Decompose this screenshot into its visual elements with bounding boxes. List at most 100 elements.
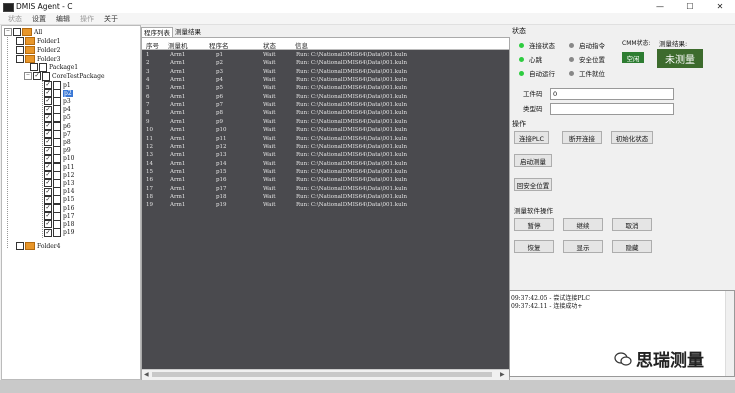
cancel-button[interactable]: 取消 xyxy=(612,218,652,231)
grid-horizontal-scrollbar[interactable]: ◀ ▶ xyxy=(142,369,509,380)
checked-checkbox-icon[interactable]: ✓ xyxy=(44,204,52,212)
table-row[interactable]: 3 Arm1 p3 Wait Run: C:\NationalDMIS64\Data\0… xyxy=(142,68,509,76)
table-row[interactable]: 16 Arm1 p16 Wait Run: C:\NationalDMIS64\Data… xyxy=(142,176,509,184)
checked-checkbox-icon[interactable]: ✓ xyxy=(33,72,41,80)
checked-checkbox-icon[interactable]: ✓ xyxy=(44,89,52,98)
hide-button[interactable]: 隐藏 xyxy=(612,240,652,253)
table-row[interactable]: 1 Arm1 p1 Wait Run: C:\NationalDMIS64\Data\0… xyxy=(142,51,509,59)
table-row[interactable]: 8 Arm1 p8 Wait Run: C:\NationalDMIS64\Data\0… xyxy=(142,109,509,117)
scroll-left-icon[interactable]: ◀ xyxy=(144,371,149,378)
checked-checkbox-icon[interactable]: ✓ xyxy=(44,122,52,130)
disconnect-button[interactable]: 断开连接 xyxy=(562,131,602,144)
resume-button[interactable]: 恢复 xyxy=(514,240,554,253)
checked-checkbox-icon[interactable]: ✓ xyxy=(44,154,52,163)
init-state-button[interactable]: 初始化状态 xyxy=(611,131,653,144)
minimize-button[interactable]: — xyxy=(645,0,675,13)
checked-checkbox-icon[interactable]: ✓ xyxy=(44,187,52,196)
folder-icon[interactable] xyxy=(25,37,35,45)
checked-checkbox-icon[interactable]: ✓ xyxy=(44,113,52,122)
return-safe-position-button[interactable]: 回安全位置 xyxy=(514,178,552,191)
checkbox-icon[interactable] xyxy=(16,242,24,250)
workpiece-code-field[interactable]: 0 xyxy=(550,88,674,100)
table-cell: p8 xyxy=(216,110,224,117)
checked-checkbox-icon[interactable]: ✓ xyxy=(44,228,52,237)
collapse-icon[interactable]: − xyxy=(4,28,12,36)
collapse-icon[interactable]: − xyxy=(24,72,32,80)
checkbox-icon[interactable] xyxy=(30,63,38,71)
table-row[interactable]: 13 Arm1 p13 Wait Run: C:\NationalDMIS64\Data… xyxy=(142,151,509,159)
table-row[interactable]: 11 Arm1 p11 Wait Run: C:\NationalDMIS64\Data… xyxy=(142,135,509,143)
tree-node-folder2[interactable]: Folder2 xyxy=(16,46,60,54)
checked-checkbox-icon[interactable]: ✓ xyxy=(44,171,52,180)
table-row[interactable]: 12 Arm1 p12 Wait Run: C:\NationalDMIS64\Data… xyxy=(142,143,509,151)
table-row[interactable]: 19 Arm1 p19 Wait Run: C:\NationalDMIS64\Data… xyxy=(142,201,509,209)
table-row[interactable]: 10 Arm1 p10 Wait Run: C:\NationalDMIS64\Data… xyxy=(142,126,509,134)
show-button[interactable]: 显示 xyxy=(563,240,603,253)
menu-operate[interactable]: 操作 xyxy=(80,14,94,24)
checked-checkbox-icon[interactable]: ✓ xyxy=(44,220,52,229)
table-row[interactable]: 4 Arm1 p4 Wait Run: C:\NationalDMIS64\Data\0… xyxy=(142,76,509,84)
table-row[interactable]: 2 Arm1 p2 Wait Run: C:\NationalDMIS64\Data\0… xyxy=(142,59,509,67)
tree-node-package1[interactable]: Package1 xyxy=(30,62,78,72)
folder-icon[interactable] xyxy=(25,46,35,54)
col-header-status[interactable]: 状态 xyxy=(263,40,276,50)
tree-node-folder1[interactable]: Folder1 xyxy=(16,37,60,45)
checked-checkbox-icon[interactable]: ✓ xyxy=(44,138,52,147)
close-button[interactable]: ✕ xyxy=(705,0,735,13)
table-row[interactable]: 18 Arm1 p18 Wait Run: C:\NationalDMIS64\Data… xyxy=(142,193,509,201)
col-header-program[interactable]: 程序名 xyxy=(209,40,229,50)
document-icon[interactable] xyxy=(53,228,61,238)
checked-checkbox-icon[interactable]: ✓ xyxy=(44,105,52,114)
continue-button[interactable]: 继续 xyxy=(563,218,603,231)
document-icon[interactable] xyxy=(42,71,50,81)
menu-about[interactable]: 关于 xyxy=(104,14,118,24)
scroll-right-icon[interactable]: ▶ xyxy=(500,371,505,378)
tree-node-label: p18 xyxy=(63,220,75,228)
checkbox-icon[interactable] xyxy=(13,28,21,36)
grid-body[interactable]: 序号 测量机 程序名 状态 信息 1 Arm1 p1 Wait Run: C:\Nati… xyxy=(142,38,509,369)
folder-icon[interactable] xyxy=(25,55,35,63)
checked-checkbox-icon[interactable]: ✓ xyxy=(44,97,52,106)
folder-icon[interactable] xyxy=(22,28,32,36)
checked-checkbox-icon[interactable]: ✓ xyxy=(44,179,52,188)
tab-measure-results[interactable]: 测量结果 xyxy=(173,27,203,37)
checked-checkbox-icon[interactable]: ✓ xyxy=(44,81,52,89)
connect-plc-button[interactable]: 连接PLC xyxy=(514,131,549,144)
col-header-index[interactable]: 序号 xyxy=(146,40,159,50)
document-icon[interactable] xyxy=(39,62,47,72)
type-code-field[interactable] xyxy=(550,103,674,115)
checked-checkbox-icon[interactable]: ✓ xyxy=(44,130,52,139)
checked-checkbox-icon[interactable]: ✓ xyxy=(44,146,52,155)
table-row[interactable]: 15 Arm1 p15 Wait Run: C:\NationalDMIS64\Data… xyxy=(142,168,509,176)
col-header-info[interactable]: 信息 xyxy=(295,40,308,50)
checked-checkbox-icon[interactable]: ✓ xyxy=(44,195,52,204)
tree-node-folder4[interactable]: Folder4 xyxy=(16,242,60,250)
table-row[interactable]: 5 Arm1 p5 Wait Run: C:\NationalDMIS64\Data\0… xyxy=(142,84,509,92)
checked-checkbox-icon[interactable]: ✓ xyxy=(44,212,52,221)
checkbox-icon[interactable] xyxy=(16,46,24,54)
menu-settings[interactable]: 设置 xyxy=(32,14,46,24)
log-vertical-scrollbar[interactable] xyxy=(725,291,734,376)
checked-checkbox-icon[interactable]: ✓ xyxy=(44,163,52,171)
checkbox-icon[interactable] xyxy=(16,55,24,63)
scroll-thumb[interactable] xyxy=(152,372,492,377)
start-measure-button[interactable]: 启动测量 xyxy=(514,154,552,167)
table-cell: Wait xyxy=(263,68,276,75)
table-row[interactable]: 14 Arm1 p14 Wait Run: C:\NationalDMIS64\Data… xyxy=(142,160,509,168)
tree-node-program[interactable]: ✓ p19 xyxy=(44,228,74,238)
menu-status[interactable]: 状态 xyxy=(8,14,22,24)
table-row[interactable]: 17 Arm1 p17 Wait Run: C:\NationalDMIS64\Data… xyxy=(142,185,509,193)
tree-node-coretestpackage[interactable]: − ✓ CoreTestPackage xyxy=(24,71,105,81)
pause-button[interactable]: 暂停 xyxy=(514,218,554,231)
menu-edit[interactable]: 编辑 xyxy=(56,14,70,24)
table-row[interactable]: 7 Arm1 p7 Wait Run: C:\NationalDMIS64\Data\0… xyxy=(142,101,509,109)
table-cell: Run: C:\NationalDMIS64\Data\001.kuln xyxy=(296,202,407,209)
col-header-machine[interactable]: 测量机 xyxy=(168,40,188,50)
maximize-button[interactable]: ☐ xyxy=(675,0,705,13)
tree-node-all[interactable]: − All xyxy=(4,28,42,36)
table-row[interactable]: 9 Arm1 p9 Wait Run: C:\NationalDMIS64\Data\0… xyxy=(142,118,509,126)
folder-icon[interactable] xyxy=(25,242,35,250)
program-tree[interactable]: − All Folder1 Folder2 Folder3 Package1− ✓ CoreT… xyxy=(1,25,141,380)
checkbox-icon[interactable] xyxy=(16,37,24,45)
table-row[interactable]: 6 Arm1 p6 Wait Run: C:\NationalDMIS64\Data\0… xyxy=(142,93,509,101)
